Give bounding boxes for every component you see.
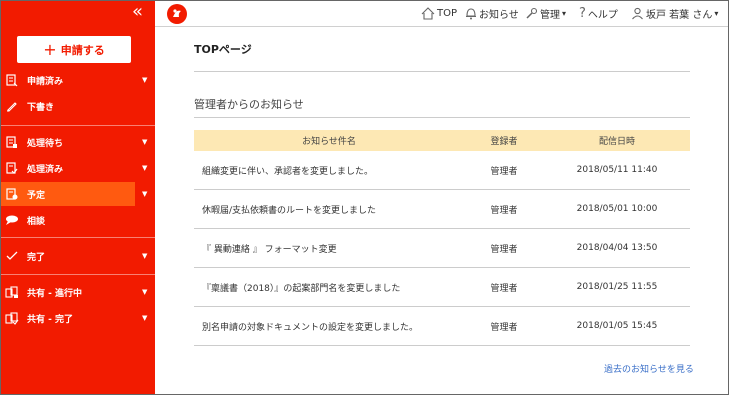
sidebar-item-completed[interactable]: 完了 ▼ (1, 244, 155, 268)
table-row[interactable]: 別名申請の対象ドキュメントの設定を変更しました。 管理者 2018/01/05 … (194, 307, 690, 346)
column-header-date: 配信日時 (598, 137, 635, 147)
collapse-sidebar-icon[interactable]: « (132, 3, 143, 21)
shared-documents-icon (5, 285, 19, 299)
user-menu[interactable]: 坂戸 若葉 さん ▾ (631, 5, 718, 21)
sidebar-divider (1, 237, 155, 238)
top-nav-notice-label: お知らせ (479, 9, 519, 21)
notice-subject: 『 異動連絡 』 フォーマット変更 (202, 244, 337, 255)
table-row[interactable]: 『 異動連絡 』 フォーマット変更 管理者 2018/04/04 13:50 (194, 229, 690, 268)
top-bar: TOP お知らせ 管理 ▾ ? ヘルプ 坂戸 若葉 さん ▾ (155, 1, 728, 27)
table-header: お知らせ件名 登録者 配信日時 (194, 130, 690, 151)
chevron-down-icon: ▼ (142, 314, 148, 322)
user-name: 坂戸 若葉 さん (646, 9, 713, 21)
notice-subject: 『稟議書（2018）』の起案部門名を変更しました (202, 283, 401, 294)
sidebar-item-label: 下書き (27, 102, 55, 113)
question-mark-icon: ? (579, 5, 586, 21)
sidebar-item-drafts[interactable]: 下書き (1, 94, 155, 118)
notice-date: 2018/01/25 11:55 (576, 282, 658, 292)
notice-author: 管理者 (490, 322, 518, 333)
inbox-document-icon (5, 135, 19, 149)
sidebar-item-label: 申請済み (27, 76, 64, 87)
chevron-down-icon: ▼ (142, 138, 148, 146)
chevron-down-icon: ▾ (714, 8, 719, 18)
page-title: TOPページ (194, 43, 252, 56)
chevron-down-icon: ▾ (562, 8, 567, 18)
sidebar-item-submitted[interactable]: 申請済み ▼ (1, 68, 155, 92)
notice-subject: 組織変更に伴い、承認者を変更しました。 (202, 166, 374, 177)
sidebar-item-label: 処理待ち (27, 138, 64, 149)
section-divider (194, 117, 690, 118)
table-row[interactable]: 『稟議書（2018）』の起案部門名を変更しました 管理者 2018/01/25 … (194, 268, 690, 307)
table-row[interactable]: 休暇届/支払依頼書のルートを変更しました 管理者 2018/05/01 10:0… (194, 190, 690, 229)
plus-icon: + (43, 39, 57, 59)
main-content: TOPページ 管理者からのお知らせ お知らせ件名 登録者 配信日時 組織変更に伴… (155, 28, 728, 394)
sidebar-item-shared-completed[interactable]: 共有 - 完了 ▼ (1, 306, 155, 330)
notice-author: 管理者 (490, 283, 518, 294)
sidebar-item-label: 共有 - 進行中 (27, 288, 83, 299)
chevron-down-icon: ▼ (142, 76, 148, 84)
notice-date: 2018/05/01 10:00 (576, 204, 658, 214)
shared-documents-check-icon (5, 311, 19, 325)
new-application-label: 申請する (60, 43, 105, 57)
notice-date: 2018/01/05 15:45 (576, 321, 658, 331)
document-check-icon (5, 161, 19, 175)
top-nav-help[interactable]: ? ヘルプ (579, 5, 618, 21)
sidebar-item-processed[interactable]: 処理済み ▼ (1, 156, 155, 180)
chevron-down-icon: ▼ (142, 190, 148, 198)
document-icon (5, 73, 19, 87)
chevron-down-icon: ▼ (142, 164, 148, 172)
chevron-down-icon: ▼ (142, 288, 148, 296)
top-nav-notice[interactable]: お知らせ (465, 5, 519, 21)
app-logo[interactable] (167, 4, 187, 24)
sidebar-item-pending[interactable]: 処理待ち ▼ (1, 130, 155, 154)
document-clock-icon (5, 187, 19, 201)
sidebar-item-label: 処理済み (27, 164, 64, 175)
sidebar-item-label: 完了 (27, 252, 46, 263)
sidebar-item-scheduled[interactable]: 予定 ▼ (1, 182, 147, 206)
sidebar-item-consultation[interactable]: 相談 (1, 208, 155, 232)
top-nav-help-label: ヘルプ (587, 9, 618, 21)
checkmark-icon (5, 249, 19, 263)
sidebar-divider (1, 125, 155, 126)
user-icon (632, 7, 643, 19)
section-title: 管理者からのお知らせ (194, 98, 304, 111)
sidebar: « + 申請する 申請済み ▼ 下書き 処理待ち ▼ 処理済み ▼ 予定 ▼ 相… (1, 1, 155, 394)
sidebar-item-shared-in-progress[interactable]: 共有 - 進行中 ▼ (1, 280, 155, 304)
notice-author: 管理者 (490, 166, 518, 177)
app-logo-mark (173, 9, 181, 17)
sidebar-item-label: 共有 - 完了 (27, 314, 74, 325)
sidebar-item-label: 予定 (27, 190, 46, 201)
notice-subject: 別名申請の対象ドキュメントの設定を変更しました。 (202, 322, 419, 333)
home-icon (421, 6, 435, 20)
top-nav-top-label: TOP (437, 7, 458, 19)
chevron-down-icon: ▼ (142, 252, 148, 260)
notice-author: 管理者 (490, 205, 518, 216)
pencil-icon (5, 99, 19, 113)
table-row[interactable]: 組織変更に伴い、承認者を変更しました。 管理者 2018/05/11 11:40 (194, 151, 690, 190)
bell-icon (466, 7, 476, 19)
chat-bubble-icon (5, 213, 19, 227)
column-header-author: 登録者 (490, 137, 518, 147)
notice-date: 2018/04/04 13:50 (576, 243, 658, 253)
column-header-subject: お知らせ件名 (302, 137, 356, 147)
top-nav-admin-label: 管理 (540, 9, 560, 21)
notice-author: 管理者 (490, 244, 518, 255)
notice-subject: 休暇届/支払依頼書のルートを変更しました (202, 205, 377, 216)
new-application-button[interactable]: + 申請する (17, 36, 131, 63)
sidebar-item-label: 相談 (27, 216, 46, 227)
notice-table: お知らせ件名 登録者 配信日時 組織変更に伴い、承認者を変更しました。 管理者 … (194, 130, 690, 346)
notice-date: 2018/05/11 11:40 (576, 165, 658, 175)
title-divider (194, 71, 690, 72)
top-nav-admin[interactable]: 管理 ▾ (525, 5, 566, 21)
wrench-icon (526, 7, 538, 19)
top-nav-top[interactable]: TOP (421, 5, 457, 21)
past-notices-link[interactable]: 過去のお知らせを見る (604, 362, 694, 375)
sidebar-divider (1, 274, 155, 275)
